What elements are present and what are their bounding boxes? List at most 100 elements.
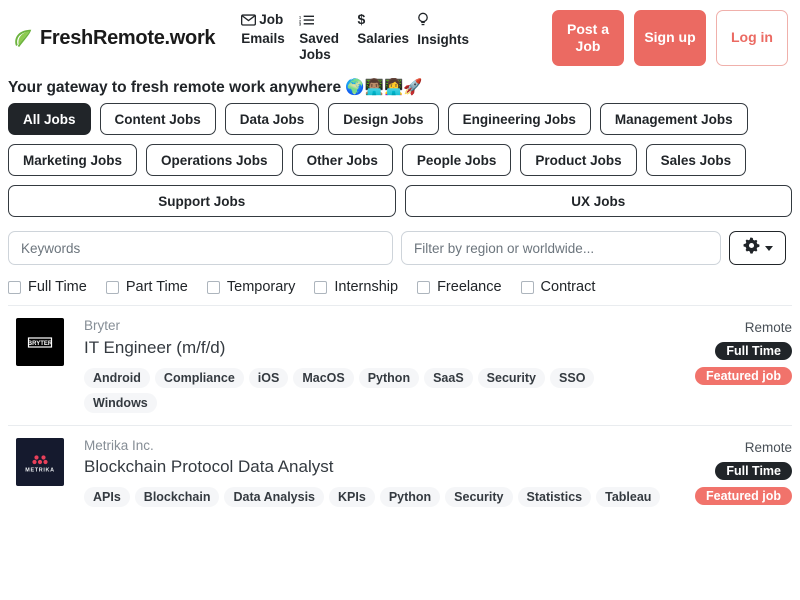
job-tag[interactable]: Security xyxy=(445,487,513,508)
category-management-jobs[interactable]: Management Jobs xyxy=(599,103,748,135)
category-product-jobs[interactable]: Product Jobs xyxy=(520,144,637,176)
nav-salaries[interactable]: $ Salaries xyxy=(353,11,413,47)
dollar-icon: $ xyxy=(357,11,368,30)
job-meta: Remote Full Time Featured job xyxy=(672,438,792,508)
filter-internship[interactable]: Internship xyxy=(314,279,398,295)
job-tag[interactable]: APIs xyxy=(84,487,130,508)
job-tag[interactable]: Statistics xyxy=(517,487,592,508)
filter-contract[interactable]: Contract xyxy=(520,279,596,295)
status-badge: Full Time xyxy=(715,342,792,360)
main-nav: Job Emails 123 Saved Jobs $ Salaries Ins… xyxy=(237,11,477,63)
job-location: Remote xyxy=(744,439,792,455)
category-other-jobs[interactable]: Other Jobs xyxy=(291,144,393,176)
log-in-button[interactable]: Log in xyxy=(716,10,788,66)
job-tag[interactable]: iOS xyxy=(248,367,289,388)
nav-insights-label: Insights xyxy=(417,31,470,47)
filter-freelance-label: Freelance xyxy=(437,279,502,295)
category-support-jobs[interactable]: Support Jobs xyxy=(8,185,396,217)
envelope-icon xyxy=(241,14,257,30)
category-row-1: All Jobs Content Jobs Data Jobs Design J… xyxy=(8,103,792,135)
job-tag[interactable]: Python xyxy=(358,367,420,388)
category-filters: All Jobs Content Jobs Data Jobs Design J… xyxy=(0,103,800,217)
nav-saved-jobs-label: Saved Jobs xyxy=(299,30,340,63)
job-tags: Android Compliance iOS MacOS Python SaaS… xyxy=(84,367,672,413)
filter-internship-label: Internship xyxy=(334,279,399,295)
svg-text:METRIKA: METRIKA xyxy=(25,467,54,473)
job-tag[interactable]: KPIs xyxy=(329,487,375,508)
job-tag[interactable]: Windows xyxy=(84,392,157,413)
featured-badge: Featured job xyxy=(694,367,792,385)
category-people-jobs[interactable]: People Jobs xyxy=(401,144,512,176)
job-tag[interactable]: Compliance xyxy=(154,367,244,388)
category-ux-jobs[interactable]: UX Jobs xyxy=(404,185,792,217)
leaf-icon xyxy=(12,27,34,49)
job-tag[interactable]: Python xyxy=(379,487,441,508)
category-engineering-jobs[interactable]: Engineering Jobs xyxy=(447,103,591,135)
category-operations-jobs[interactable]: Operations Jobs xyxy=(146,144,283,176)
job-tag[interactable]: Blockchain xyxy=(134,487,220,508)
svg-text:3: 3 xyxy=(299,23,301,26)
chevron-down-icon xyxy=(764,245,773,251)
job-tag[interactable]: MacOS xyxy=(293,367,354,388)
table-row[interactable]: METRIKA Metrika Inc. Blockchain Protocol… xyxy=(8,424,792,520)
lightbulb-icon xyxy=(417,12,429,31)
category-all-jobs[interactable]: All Jobs xyxy=(8,103,91,135)
checkbox-contract[interactable] xyxy=(520,280,534,294)
filter-full-time[interactable]: Full Time xyxy=(8,279,87,295)
nav-job-emails[interactable]: Job Emails xyxy=(237,12,295,47)
category-sales-jobs[interactable]: Sales Jobs xyxy=(645,144,747,176)
gear-icon xyxy=(742,237,760,259)
company-logo-metrika: METRIKA xyxy=(16,437,64,486)
region-filter-input[interactable]: Filter by region or worldwide... xyxy=(401,231,721,265)
search-input[interactable]: Keywords xyxy=(8,231,393,265)
job-tag[interactable]: SaaS xyxy=(424,367,473,388)
filter-contract-label: Contract xyxy=(540,279,596,295)
category-content-jobs[interactable]: Content Jobs xyxy=(99,103,216,135)
filter-full-time-label: Full Time xyxy=(28,279,87,295)
header-actions: Post a Job Sign up Log in xyxy=(552,10,792,66)
job-details: Metrika Inc. Blockchain Protocol Data An… xyxy=(64,438,672,508)
page-root: FreshRemote.work Job Emails 123 Saved Jo… xyxy=(0,0,800,600)
status-badge: Full Time xyxy=(715,461,792,480)
job-tag[interactable]: SSO xyxy=(550,367,595,388)
category-design-jobs[interactable]: Design Jobs xyxy=(328,103,439,135)
checkbox-full-time[interactable] xyxy=(8,280,21,294)
nav-saved-jobs[interactable]: 123 Saved Jobs xyxy=(295,12,353,63)
filter-freelance[interactable]: Freelance xyxy=(417,279,502,295)
job-tag[interactable]: Security xyxy=(477,367,546,388)
job-title[interactable]: Blockchain Protocol Data Analyst xyxy=(84,455,672,480)
job-details: Bryter IT Engineer (m/f/d) Android Compl… xyxy=(64,318,672,413)
settings-dropdown-button[interactable] xyxy=(729,231,786,265)
tagline-emojis: 🌍👨🏽‍💻👩‍💻🚀 xyxy=(345,78,423,96)
svg-text:$: $ xyxy=(358,12,366,26)
job-tag[interactable]: Data Analysis xyxy=(224,487,325,508)
site-header: FreshRemote.work Job Emails 123 Saved Jo… xyxy=(0,0,800,74)
brand-logo[interactable]: FreshRemote.work xyxy=(8,27,216,50)
page-tagline: Your gateway to fresh remote work anywhe… xyxy=(0,74,800,103)
filter-part-time[interactable]: Part Time xyxy=(105,279,188,295)
post-a-job-button[interactable]: Post a Job xyxy=(552,10,624,66)
filter-temporary-label: Temporary xyxy=(226,279,296,295)
job-type-filters: Full Time Part Time Temporary Internship… xyxy=(0,265,800,305)
nav-insights[interactable]: Insights xyxy=(413,12,477,48)
checkbox-part-time[interactable] xyxy=(105,280,119,294)
nav-salaries-label: Salaries xyxy=(357,30,410,46)
company-name[interactable]: Bryter xyxy=(84,318,672,335)
company-name[interactable]: Metrika Inc. xyxy=(84,438,672,455)
checkbox-internship[interactable] xyxy=(314,280,328,294)
job-tag[interactable]: Android xyxy=(84,367,150,388)
table-row[interactable]: BRYTER Bryter IT Engineer (m/f/d) Androi… xyxy=(8,305,792,425)
checkbox-temporary[interactable] xyxy=(206,280,220,294)
featured-badge: Featured job xyxy=(694,486,792,505)
filter-temporary[interactable]: Temporary xyxy=(206,279,296,295)
filter-part-time-label: Part Time xyxy=(125,279,188,295)
job-location: Remote xyxy=(744,320,792,335)
company-logo-bryter: BRYTER xyxy=(16,318,64,366)
job-tag[interactable]: Tableau xyxy=(596,487,661,508)
category-marketing-jobs[interactable]: Marketing Jobs xyxy=(8,144,138,176)
category-data-jobs[interactable]: Data Jobs xyxy=(224,103,320,135)
checkbox-freelance[interactable] xyxy=(417,280,431,294)
sign-up-button[interactable]: Sign up xyxy=(634,10,706,66)
job-title[interactable]: IT Engineer (m/f/d) xyxy=(84,336,672,361)
svg-text:BRYTER: BRYTER xyxy=(28,341,53,347)
